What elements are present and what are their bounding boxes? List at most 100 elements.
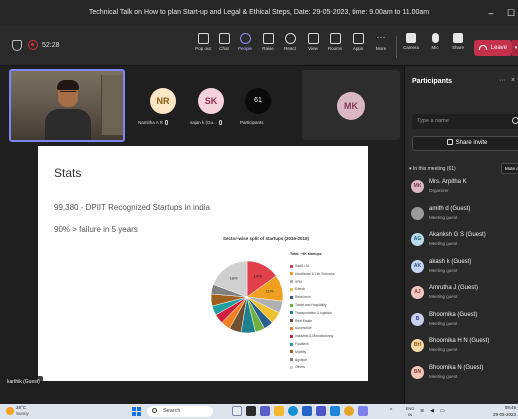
windows-start-icon[interactable] bbox=[132, 407, 141, 416]
participant-role: Meeting guest bbox=[429, 214, 458, 220]
legend-label: Mobility bbox=[295, 349, 307, 354]
participant-name: amith d (Guest) bbox=[429, 205, 471, 212]
more-options-icon[interactable]: ··· bbox=[499, 77, 506, 84]
edge-icon[interactable] bbox=[288, 406, 298, 416]
camera-button[interactable]: Camera bbox=[400, 33, 422, 51]
video-person-hair bbox=[57, 80, 79, 90]
battery-icon[interactable]: ▭ bbox=[440, 406, 445, 417]
self-name-label: karthik (Guest) bbox=[4, 376, 43, 388]
legend-item: Mobility bbox=[290, 349, 335, 357]
avatar: AK bbox=[411, 259, 424, 273]
self-video[interactable] bbox=[9, 69, 125, 142]
pop-out-icon bbox=[197, 33, 209, 44]
participant-role: Meeting guest bbox=[429, 320, 458, 326]
legend-label: Real Estate bbox=[295, 318, 313, 323]
legend-swatch bbox=[290, 311, 293, 315]
avatar: MK bbox=[411, 180, 424, 193]
participant-row[interactable]: BN Bhoomika N (Guest) Meeting guest bbox=[411, 363, 518, 387]
taskbar-search[interactable]: Search bbox=[147, 406, 213, 417]
widgets-icon[interactable] bbox=[246, 406, 256, 416]
legend-item: Travel and Hospitality bbox=[290, 302, 335, 310]
share-invite-button[interactable]: Share invite bbox=[412, 136, 518, 151]
legend-swatch bbox=[290, 319, 293, 323]
rooms-icon bbox=[329, 33, 341, 44]
in-meeting-section[interactable]: ▾ In this meeting (61) bbox=[409, 166, 456, 172]
mic-button[interactable]: Mic bbox=[424, 33, 446, 51]
file-explorer-icon[interactable] bbox=[274, 406, 284, 416]
participant-name-sajan: sajan k (Gu... bbox=[190, 120, 222, 126]
legend-swatch bbox=[290, 334, 293, 338]
leave-options-chevron[interactable]: ▾ bbox=[512, 40, 518, 56]
participant-search-input[interactable]: Type a name bbox=[412, 114, 518, 129]
more-button[interactable]: ··· More bbox=[368, 33, 394, 52]
raise-hand-icon bbox=[262, 33, 274, 44]
language-indicator[interactable]: ENG IN bbox=[404, 406, 416, 417]
participant-name-namitha: Namitha A R bbox=[138, 120, 169, 126]
participant-row[interactable]: MK Mrs. Arpitha K Organizer bbox=[411, 177, 518, 201]
legend-swatch bbox=[290, 365, 293, 369]
speaker-icon[interactable]: ◀ bbox=[430, 406, 434, 417]
pie-data-label: 11% bbox=[266, 289, 274, 294]
participant-row[interactable]: AK akash k (Guest) Meeting guest bbox=[411, 257, 518, 281]
taskbar-clock[interactable]: 09:49 29-05-2023 bbox=[488, 405, 518, 418]
participant-row[interactable]: amith d (Guest) Meeting guest bbox=[411, 204, 518, 228]
outlook-icon[interactable] bbox=[330, 406, 340, 416]
participant-role: Organizer bbox=[429, 188, 449, 193]
teams-meeting-icon[interactable] bbox=[358, 406, 368, 416]
presenter-tile[interactable]: MK bbox=[302, 70, 400, 140]
legend-swatch bbox=[290, 327, 293, 330]
search-icon bbox=[512, 117, 518, 124]
sun-icon[interactable] bbox=[6, 407, 14, 415]
store-icon[interactable] bbox=[302, 406, 312, 416]
chart-legend: SaaS / AI Healthcare & Life Sciences SPM Ed… bbox=[290, 263, 335, 372]
legend-swatch bbox=[290, 303, 293, 307]
legend-label: Agritech bbox=[295, 357, 308, 362]
participant-row[interactable]: BH Bhoomika H N (Guest) Meeting guest bbox=[411, 336, 518, 360]
participant-row[interactable]: AJ Amrutha J (Guest) Meeting guest bbox=[411, 283, 518, 307]
legend-label: Healthcare & Life Sciences bbox=[295, 271, 335, 276]
maximize-button[interactable]: ☐ bbox=[502, 0, 518, 26]
share-invite-icon bbox=[446, 139, 453, 146]
mute-all-button[interactable]: Mute all bbox=[501, 163, 518, 174]
teams-window: Technical Talk on How to plan Start-up a… bbox=[0, 0, 518, 419]
participant-role: Meeting guest bbox=[429, 373, 458, 379]
close-icon[interactable]: × bbox=[511, 77, 515, 84]
shared-slide: Stats 99,380 - DPIIT Recognized Startups… bbox=[38, 146, 368, 381]
view-icon bbox=[307, 33, 319, 44]
apps-icon bbox=[352, 33, 364, 44]
participant-role: Meeting guest bbox=[429, 347, 458, 352]
mic-icon bbox=[431, 33, 439, 43]
video-door bbox=[101, 75, 123, 135]
minimize-button[interactable]: – bbox=[482, 0, 500, 26]
participant-role: Meeting guest bbox=[429, 294, 458, 299]
camera-icon bbox=[406, 33, 416, 43]
weather-condition[interactable]: Sunny bbox=[16, 411, 29, 417]
avatar-namitha[interactable]: NR bbox=[150, 88, 176, 114]
legend-title: Total: ~9K startups bbox=[290, 252, 322, 256]
legend-item: Healthcare & Life Sciences bbox=[290, 271, 335, 279]
participant-row[interactable]: B Bhoomika (Guest) Meeting guest bbox=[411, 310, 518, 334]
legend-swatch bbox=[290, 264, 293, 268]
participant-name: Akanksh G S (Guest) bbox=[429, 232, 486, 238]
leave-button[interactable]: Leave bbox=[474, 40, 512, 56]
teams-chat-icon[interactable] bbox=[260, 406, 270, 416]
slide-title: Stats bbox=[54, 166, 82, 180]
participant-count-badge[interactable]: 61 bbox=[245, 88, 271, 114]
chrome-icon[interactable] bbox=[344, 406, 354, 416]
task-view-icon[interactable] bbox=[232, 406, 242, 416]
legend-swatch bbox=[290, 280, 293, 284]
legend-item: Industrial & Manufacturing bbox=[290, 333, 335, 341]
legend-swatch bbox=[290, 295, 293, 299]
legend-item: Foodtech bbox=[290, 341, 335, 349]
participant-row[interactable]: AG Akanksh G S (Guest) Meeting guest bbox=[411, 230, 518, 254]
avatar: AJ bbox=[411, 286, 424, 299]
shield-icon[interactable] bbox=[12, 40, 22, 51]
share-button[interactable]: Share bbox=[447, 33, 469, 51]
legend-item: Retail tech bbox=[290, 294, 335, 302]
avatar-sajan[interactable]: SK bbox=[198, 88, 224, 114]
participants-pane: Participants ··· × Type a name Share inv… bbox=[404, 66, 518, 404]
teams-icon[interactable] bbox=[316, 406, 326, 416]
wifi-icon[interactable]: ≋ bbox=[420, 406, 424, 417]
legend-label: Retail tech bbox=[295, 295, 311, 300]
chevron-up-icon[interactable]: ^ bbox=[390, 406, 392, 417]
